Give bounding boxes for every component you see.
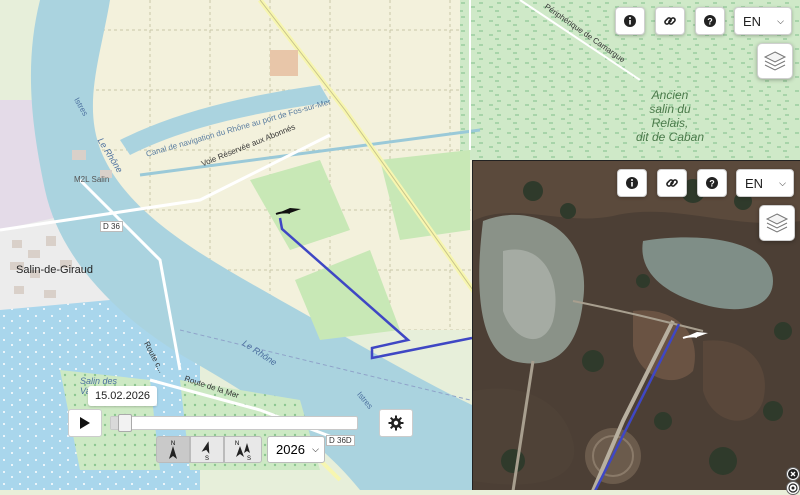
layers-icon <box>763 51 787 71</box>
chevron-down-icon: ⌵ <box>779 177 786 188</box>
target-icon <box>788 483 798 493</box>
year-select[interactable]: 2026 ⌵ <box>267 436 325 463</box>
year-value: 2026 <box>276 442 305 457</box>
settings-button[interactable] <box>379 409 413 437</box>
timeline-date-label: 15.02.2026 <box>88 386 158 406</box>
south-label: S <box>205 456 209 462</box>
language-select[interactable]: EN ⌵ <box>734 7 792 35</box>
info-button[interactable] <box>615 7 645 35</box>
link-button[interactable] <box>655 7 685 35</box>
orientation-both-button[interactable]: N S <box>224 436 262 463</box>
play-icon <box>80 417 90 429</box>
satellite-imagery[interactable] <box>473 161 800 490</box>
compass-icon <box>236 446 244 457</box>
satellite-inset-map[interactable] <box>472 160 800 490</box>
inset-help-button[interactable]: ? <box>697 169 727 197</box>
north-arrow-icon <box>169 446 177 459</box>
timeline-slider[interactable] <box>110 414 358 432</box>
info-icon <box>624 15 636 27</box>
chevron-down-icon: ⌵ <box>312 444 319 454</box>
help-button[interactable]: ? <box>695 7 725 35</box>
help-icon: ? <box>706 177 718 189</box>
info-icon <box>626 177 638 189</box>
inset-language-value: EN <box>745 175 764 191</box>
orientation-north-button[interactable]: N <box>156 436 190 463</box>
close-icon <box>788 469 798 479</box>
inset-info-button[interactable] <box>617 169 647 197</box>
timeline-slider-handle[interactable] <box>118 414 132 432</box>
chevron-down-icon: ⌵ <box>777 15 784 26</box>
gear-icon <box>388 415 404 431</box>
svg-text:?: ? <box>709 179 715 189</box>
orientation-south-button[interactable]: S <box>190 436 224 463</box>
layers-button[interactable] <box>757 43 793 79</box>
target-button[interactable] <box>786 481 800 495</box>
close-button[interactable] <box>786 467 800 481</box>
svg-text:?: ? <box>707 17 713 27</box>
south-arrow-icon <box>201 441 210 454</box>
inset-layers-button[interactable] <box>759 205 795 241</box>
help-icon: ? <box>704 15 716 27</box>
both-north-label: N <box>235 441 239 447</box>
language-value: EN <box>743 13 762 29</box>
layers-icon <box>765 213 789 233</box>
play-button[interactable] <box>68 409 102 437</box>
inset-language-select[interactable]: EN ⌵ <box>736 169 794 197</box>
both-south-label: S <box>247 456 251 462</box>
link-icon <box>666 179 678 187</box>
inset-link-button[interactable] <box>657 169 687 197</box>
link-icon <box>664 17 676 25</box>
